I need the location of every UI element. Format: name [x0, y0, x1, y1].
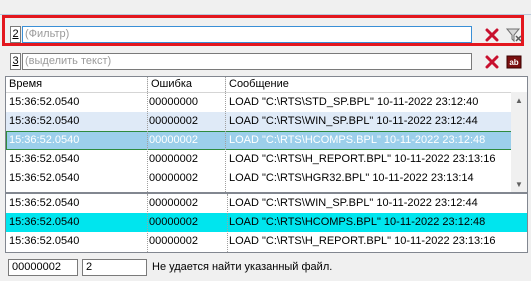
column-header-time[interactable]: Время [6, 77, 148, 92]
vertical-scrollbar[interactable]: ▲ ▼ [511, 92, 527, 192]
scroll-up-icon[interactable]: ▲ [511, 92, 527, 108]
svg-text:ab: ab [509, 58, 518, 67]
detail-row[interactable]: 15:36:52.0540 00000002 LOAD "C:\RTS\H_RE… [6, 232, 527, 251]
column-header-error[interactable]: Ошибка [148, 77, 226, 92]
cell-error: 00000002 [149, 235, 198, 247]
top-strip [0, 0, 531, 15]
log-list[interactable]: Время Ошибка Сообщение 15:36:52.0540 000… [5, 76, 528, 193]
cell-error: 00000002 [149, 172, 198, 184]
detail-list[interactable]: 15:36:52.0540 00000002 LOAD "C:\RTS\WIN_… [5, 193, 528, 253]
cell-message: LOAD "C:\RTS\HCOMPS.BPL" 10-11-2022 23:1… [229, 216, 486, 228]
table-row[interactable]: 15:36:52.0540 00000000 LOAD "C:\RTS\STD_… [6, 93, 513, 112]
cell-message: LOAD "C:\RTS\WIN_SP.BPL" 10-11-2022 23:1… [229, 197, 478, 209]
highlight-clear-button[interactable] [483, 53, 500, 70]
column-header-message[interactable]: Сообщение [226, 77, 513, 92]
cell-message: LOAD "C:\RTS\WIN_SP.BPL" 10-11-2022 23:1… [229, 115, 478, 127]
log-list-header: Время Ошибка Сообщение [6, 77, 513, 93]
cell-time: 15:36:52.0540 [9, 197, 80, 209]
cell-time: 15:36:52.0540 [9, 216, 80, 228]
status-message: Не удается найти указанный файл. [152, 261, 333, 273]
column-divider [225, 77, 226, 192]
cell-message: LOAD "C:\RTS\HCOMPS.BPL" 10-11-2022 23:1… [229, 134, 486, 146]
filter-input[interactable]: (Фильтр) [22, 26, 472, 43]
cell-time: 15:36:52.0540 [9, 115, 80, 127]
table-row[interactable]: 15:36:52.0540 00000002 LOAD "C:\RTS\WIN_… [6, 112, 513, 131]
detail-row-highlighted[interactable]: 15:36:52.0540 00000002 LOAD "C:\RTS\HCOM… [6, 213, 527, 232]
filter-clear-button[interactable] [483, 26, 500, 43]
cell-message: LOAD "C:\RTS\H_REPORT.BPL" 10-11-2022 23… [229, 153, 496, 165]
cell-error: 00000002 [149, 153, 198, 165]
cell-error: 00000002 [149, 197, 198, 209]
cell-error: 00000002 [149, 216, 198, 228]
highlight-apply-button[interactable]: ab [505, 53, 522, 70]
column-divider [147, 77, 148, 192]
cell-time: 15:36:52.0540 [9, 96, 80, 108]
status-error-code: 00000002 [8, 259, 78, 276]
highlight-text-input[interactable]: (выделить текст) [22, 53, 472, 70]
filter-row-number: 2 [10, 26, 21, 43]
table-row[interactable]: 15:36:52.0540 00000002 LOAD "C:\RTS\H_RE… [6, 150, 513, 169]
cell-time: 15:36:52.0540 [9, 134, 80, 146]
status-error-number: 2 [82, 259, 147, 276]
red-x-icon [485, 55, 498, 68]
cell-error: 00000002 [149, 115, 198, 127]
filter-apply-button[interactable] [505, 26, 522, 43]
cell-time: 15:36:52.0540 [9, 235, 80, 247]
column-divider [147, 194, 148, 252]
detail-row[interactable]: 15:36:52.0540 00000002 LOAD "C:\RTS\WIN_… [6, 194, 527, 213]
cell-message: LOAD "C:\RTS\STD_SP.BPL" 10-11-2022 23:1… [229, 96, 479, 108]
column-divider [227, 194, 228, 252]
funnel-clear-icon [505, 28, 522, 42]
table-row[interactable]: 15:36:52.0540 00000002 LOAD "C:\RTS\HGR3… [6, 169, 513, 188]
scroll-down-icon[interactable]: ▼ [511, 176, 527, 192]
highlight-text-icon: ab [506, 55, 521, 68]
red-x-icon [485, 28, 498, 41]
cell-error: 00000002 [149, 134, 198, 146]
cell-error: 00000000 [149, 96, 198, 108]
cell-message: LOAD "C:\RTS\H_REPORT.BPL" 10-11-2022 23… [229, 235, 496, 247]
cell-time: 15:36:52.0540 [9, 172, 80, 184]
highlight-row-number: 3 [10, 53, 21, 70]
cell-message: LOAD "C:\RTS\HGR32.BPL" 10-11-2022 23:13… [229, 172, 474, 184]
cell-time: 15:36:52.0540 [9, 153, 80, 165]
table-row-selected[interactable]: 15:36:52.0540 00000002 LOAD "C:\RTS\HCOM… [6, 131, 513, 150]
